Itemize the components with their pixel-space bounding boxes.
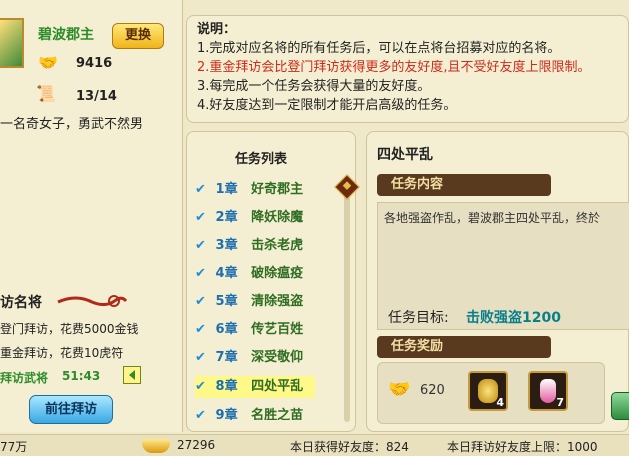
checkmark-icon: ✔ xyxy=(195,379,206,394)
scroll-thumb-icon[interactable] xyxy=(334,174,360,200)
reward-box: 🤝 620 4 7 xyxy=(377,362,605,424)
task-name: 深受敬仰 xyxy=(251,350,304,365)
general-portrait xyxy=(0,18,24,68)
instructions-panel: 说明： 1.完成对应名将的所有任务后，可以在点将台招募对应的名将。 2.重金拜访… xyxy=(186,15,629,123)
task-list-title: 任务列表 xyxy=(235,152,288,167)
task-reward-ribbon: 任务奖励 xyxy=(377,336,551,358)
task-content-ribbon: 任务内容 xyxy=(377,174,551,196)
next-button-edge[interactable] xyxy=(611,392,629,420)
checkmark-icon: ✔ xyxy=(195,210,206,225)
reward-item-2-count: 7 xyxy=(556,396,564,409)
visit-title: 访名将 xyxy=(0,295,42,311)
cloud-ornament-icon xyxy=(56,292,128,310)
task-content-text: 各地强盗作乱，碧波郡主四处平乱，终於 xyxy=(384,211,601,225)
checkmark-icon: ✔ xyxy=(195,294,206,309)
scroll-icon: 📜 xyxy=(36,84,56,103)
task-item-1[interactable]: ✔ 1章 好奇郡主 xyxy=(195,178,313,200)
today-favor: 本日获得好友度：824 xyxy=(290,440,409,454)
task-name: 传艺百姓 xyxy=(251,322,304,337)
task-detail-title: 四处平乱 xyxy=(377,147,433,163)
reward-item-2[interactable]: 7 xyxy=(528,371,568,411)
checkmark-icon: ✔ xyxy=(195,266,206,281)
task-item-4[interactable]: ✔ 4章 破除瘟疫 xyxy=(195,262,313,284)
instruction-line-1: 1.完成对应名将的所有任务后，可以在点将台招募对应的名将。 xyxy=(197,41,561,56)
visit-rich-text: 重金拜访，花费10虎符 xyxy=(0,346,124,360)
task-name: 击杀老虎 xyxy=(251,238,304,253)
task-detail-panel: 四处平乱 任务内容 各地强盗作乱，碧波郡主四处平乱，终於 任务目标: 击败强盗1… xyxy=(366,131,629,432)
checkmark-icon: ✔ xyxy=(195,322,206,337)
task-name: 四处平乱 xyxy=(251,379,304,394)
general-name: 碧波郡主 xyxy=(38,27,94,43)
task-list-panel: 任务列表 ✔ 1章 好奇郡主 ✔ 2章 降妖除魔 ✔ 3章 击杀老虎 ✔ 4章 … xyxy=(186,131,360,432)
reward-item-1-count: 4 xyxy=(496,396,504,409)
favor-value: 9416 xyxy=(76,56,113,71)
prev-arrow-icon[interactable] xyxy=(123,366,141,384)
task-scrollbar-track[interactable] xyxy=(344,182,350,422)
instructions-title: 说明： xyxy=(197,22,237,37)
status-footer: 77万 27296 本日获得好友度：824 本日拜访好友度上限：1000 xyxy=(0,434,629,456)
potion-bottle-icon xyxy=(540,379,556,403)
go-visit-button[interactable]: 前往拜访 xyxy=(29,395,113,424)
gold-value: 27296 xyxy=(177,438,216,452)
task-chapter: 5章 xyxy=(215,294,238,309)
reward-favor-value: 620 xyxy=(420,383,445,398)
task-chapter: 1章 xyxy=(215,182,238,197)
task-chapter: 8章 xyxy=(215,379,238,394)
task-item-7[interactable]: ✔ 7章 深受敬仰 xyxy=(195,346,313,368)
handshake-icon: 🤝 xyxy=(388,379,411,400)
checkmark-icon: ✔ xyxy=(195,238,206,253)
general-description: 一名奇女子，勇武不然男 xyxy=(0,117,144,132)
task-item-9-clip: ✔ 9章 名胜之苗 xyxy=(187,404,355,420)
today-favor-limit: 本日拜访好友度上限：1000 xyxy=(447,440,598,454)
task-item-9[interactable]: ✔ 9章 名胜之苗 xyxy=(195,404,313,420)
task-item-5[interactable]: ✔ 5章 清除强盗 xyxy=(195,290,313,312)
task-name: 降妖除魔 xyxy=(251,210,304,225)
task-chapter: 3章 xyxy=(215,238,238,253)
task-name: 好奇郡主 xyxy=(251,182,304,197)
task-goal-value: 击败强盗1200 xyxy=(466,310,561,326)
instruction-line-3: 3.每完成一个任务会获得大量的友好度。 xyxy=(197,79,431,94)
visit-timer-value: 51:43 xyxy=(62,369,101,383)
treasure-pouch-icon xyxy=(478,379,498,403)
task-name: 清除强盗 xyxy=(251,294,304,309)
task-item-3[interactable]: ✔ 3章 击杀老虎 xyxy=(195,234,313,256)
task-content-box: 各地强盗作乱，碧波郡主四处平乱，终於 任务目标: 击败强盗1200 xyxy=(377,202,629,330)
left-currency-value: 77万 xyxy=(0,440,28,454)
visit-timer-label: 拜访武将 xyxy=(0,371,49,385)
task-chapter: 7章 xyxy=(215,350,238,365)
visit-normal-text: 登门拜访，花费5000金钱 xyxy=(0,322,139,336)
instruction-line-2: 2.重金拜访会比登门拜访获得更多的友好度,且不受好友度上限限制。 xyxy=(197,60,591,75)
task-item-2[interactable]: ✔ 2章 降妖除魔 xyxy=(195,206,313,228)
task-name: 名胜之苗 xyxy=(251,408,304,420)
checkmark-icon: ✔ xyxy=(195,350,206,365)
task-item-8-selected[interactable]: ✔ 8章 四处平乱 xyxy=(195,376,315,398)
handshake-icon: 🤝 xyxy=(38,53,58,72)
task-name: 破除瘟疫 xyxy=(251,266,304,281)
instruction-line-4: 4.好友度达到一定限制才能开启高级的任务。 xyxy=(197,98,457,113)
task-goal-label: 任务目标: xyxy=(388,310,449,326)
task-item-6[interactable]: ✔ 6章 传艺百姓 xyxy=(195,318,313,340)
reward-item-1[interactable]: 4 xyxy=(468,371,508,411)
task-chapter: 2章 xyxy=(215,210,238,225)
task-chapter: 6章 xyxy=(215,322,238,337)
task-chapter: 9章 xyxy=(215,408,238,420)
checkmark-icon: ✔ xyxy=(195,182,206,197)
gold-ingot-icon xyxy=(142,439,170,453)
checkmark-icon: ✔ xyxy=(195,408,206,420)
general-profile-panel: 碧波郡主 更换 🤝 9416 📜 13/14 一名奇女子，勇武不然男 访名将 登… xyxy=(0,0,183,432)
task-chapter: 4章 xyxy=(215,266,238,281)
change-button[interactable]: 更换 xyxy=(112,23,164,49)
quest-count: 13/14 xyxy=(76,89,117,104)
